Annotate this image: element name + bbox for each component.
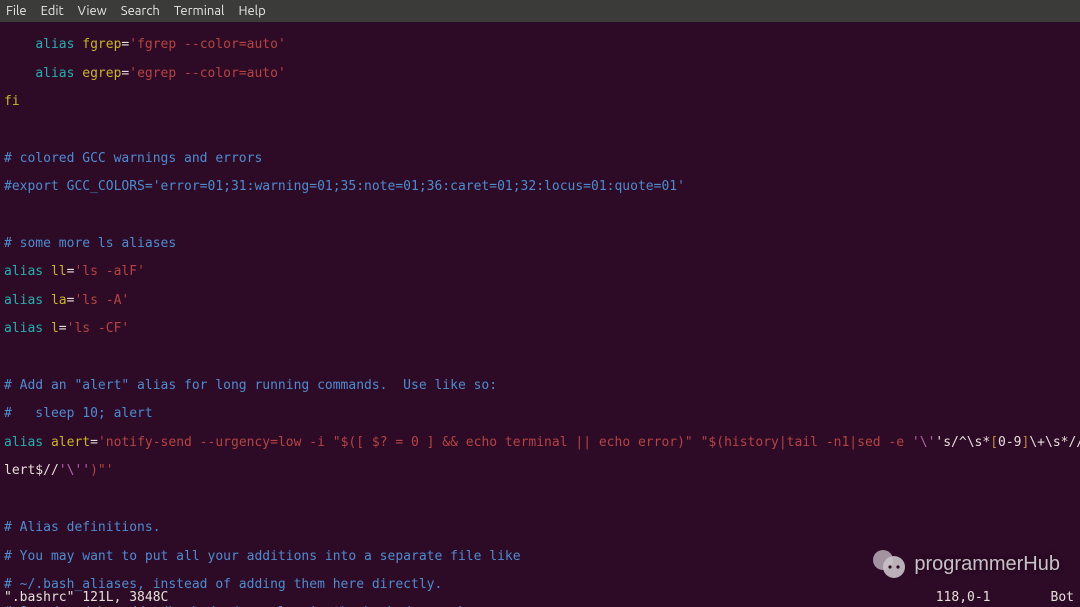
vim-statusbar: ".bashrc" 121L, 3848C 118,0-1 Bot xyxy=(0,591,1080,607)
code-line: alias alert='notify-send --urgency=low -… xyxy=(4,436,1076,450)
code-line: fi xyxy=(4,95,1076,109)
status-file-info: ".bashrc" 121L, 3848C xyxy=(4,591,168,607)
menu-terminal[interactable]: Terminal xyxy=(174,4,225,18)
status-cursor-pos: 118,0-1 xyxy=(936,591,991,607)
code-line: #export GCC_COLORS='error=01;31:warning=… xyxy=(4,180,1076,194)
menubar: File Edit View Search Terminal Help xyxy=(0,0,1080,22)
code-line: # colored GCC warnings and errors xyxy=(4,152,1076,166)
code-line: alias l='ls -CF' xyxy=(4,322,1076,336)
terminal-viewport[interactable]: alias fgrep='fgrep --color=auto' alias e… xyxy=(0,22,1080,607)
code-line: alias fgrep='fgrep --color=auto' xyxy=(4,38,1076,52)
code-line: alias ll='ls -alF' xyxy=(4,265,1076,279)
code-line xyxy=(4,209,1076,223)
code-line: alias la='ls -A' xyxy=(4,294,1076,308)
code-line: # You may want to put all your additions… xyxy=(4,550,1076,564)
menu-help[interactable]: Help xyxy=(238,4,265,18)
code-line xyxy=(4,123,1076,137)
code-line: alias egrep='egrep --color=auto' xyxy=(4,67,1076,81)
menu-view[interactable]: View xyxy=(78,4,107,18)
code-line: # Alias definitions. xyxy=(4,521,1076,535)
menu-edit[interactable]: Edit xyxy=(41,4,64,18)
menu-search[interactable]: Search xyxy=(121,4,160,18)
code-line: # sleep 10; alert xyxy=(4,407,1076,421)
code-line: lert$//'\'')"' xyxy=(4,464,1076,478)
code-line: # some more ls aliases xyxy=(4,237,1076,251)
status-scroll: Bot xyxy=(1051,591,1074,607)
code-line: # Add an "alert" alias for long running … xyxy=(4,379,1076,393)
code-line xyxy=(4,351,1076,365)
menu-file[interactable]: File xyxy=(6,4,27,18)
code-line xyxy=(4,493,1076,507)
